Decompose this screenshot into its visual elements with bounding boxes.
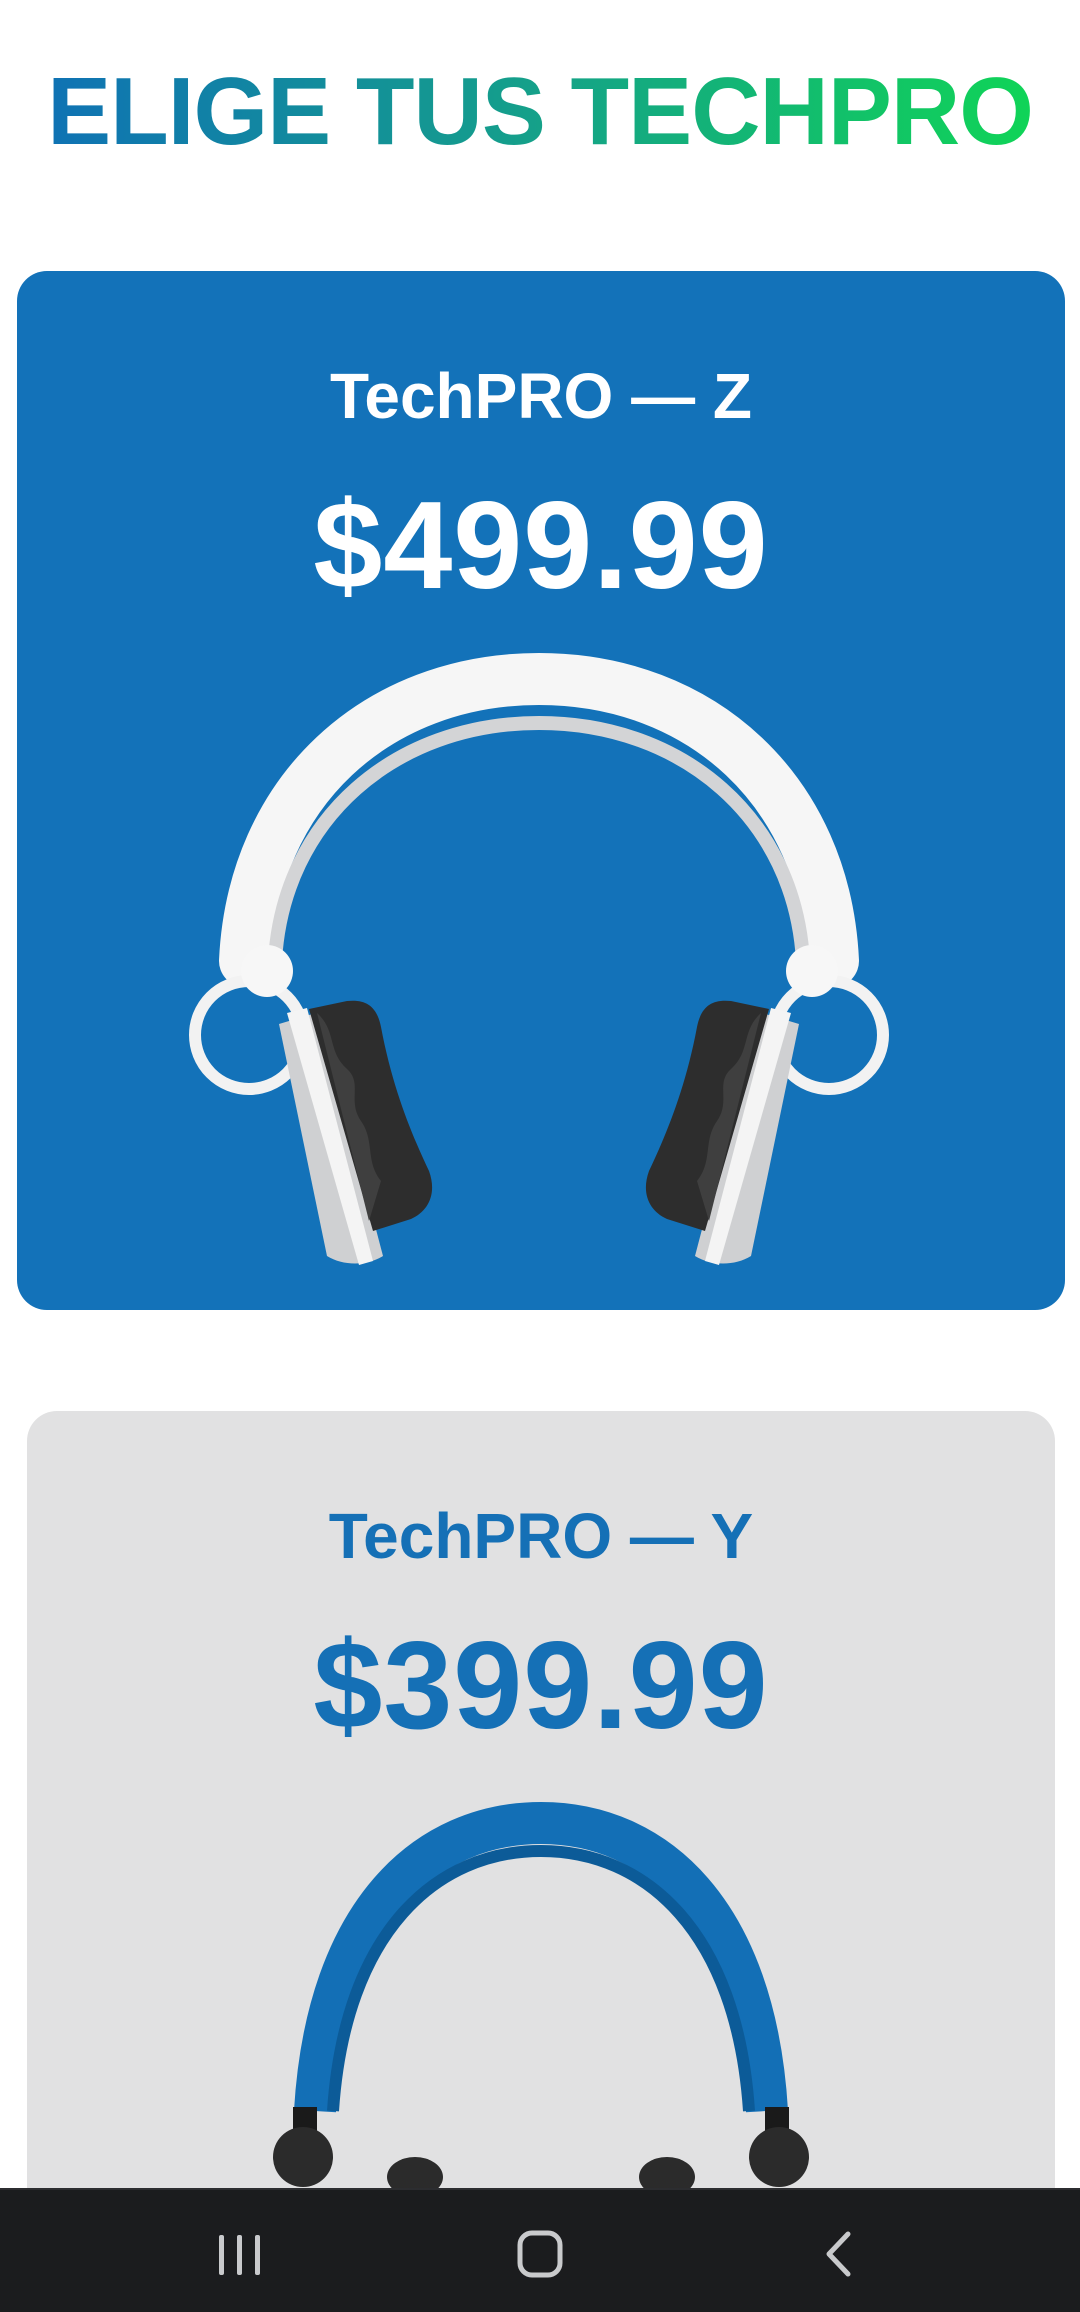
- product-selection-screen: ELIGE TUS TECHPRO TechPRO — Z $499.99 Te…: [0, 0, 1080, 2312]
- system-navigation-bar: [0, 2188, 1080, 2312]
- recents-button[interactable]: [180, 2212, 300, 2292]
- product-card-techpro-z[interactable]: TechPRO — Z $499.99: [17, 271, 1065, 1310]
- back-icon: [826, 2231, 851, 2277]
- recents-icon: [219, 2235, 260, 2275]
- headphones-blue-icon: [273, 1801, 809, 2209]
- home-icon: [517, 2230, 563, 2278]
- headphones-white-icon: [189, 652, 889, 1265]
- product-card-techpro-y[interactable]: TechPRO — Y $399.99: [27, 1411, 1055, 2312]
- back-button[interactable]: [780, 2212, 900, 2292]
- page-title: ELIGE TUS TECHPRO: [47, 58, 1034, 165]
- home-button[interactable]: [480, 2212, 600, 2292]
